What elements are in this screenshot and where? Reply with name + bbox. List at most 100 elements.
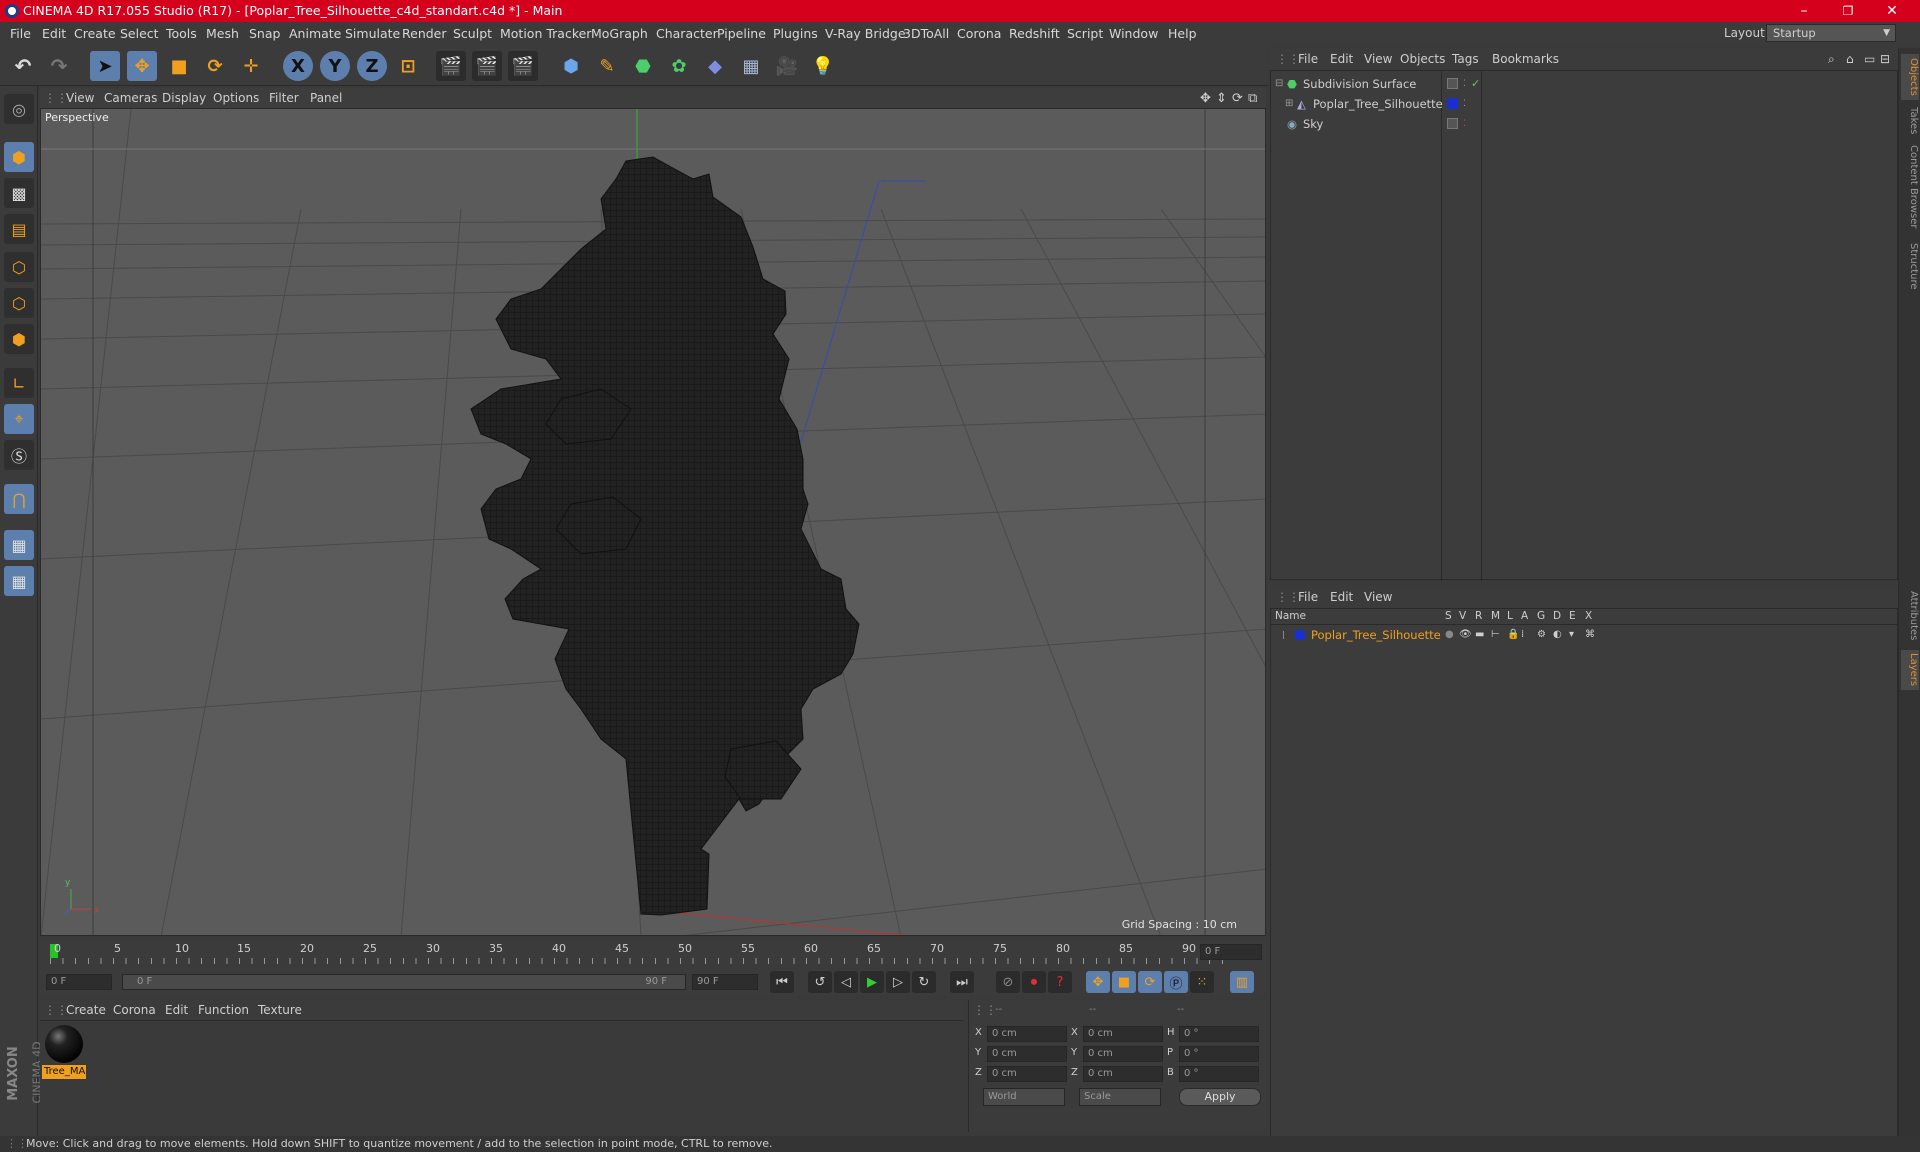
eye-icon[interactable]: 👁 — [1459, 626, 1472, 644]
record-pla-toggle[interactable]: ⁙ — [1190, 971, 1214, 993]
record-position-button[interactable]: ⊘ — [996, 971, 1020, 993]
cube-object-button[interactable]: ⬢ — [556, 51, 586, 81]
coordinate-mode-select[interactable]: World — [983, 1088, 1065, 1106]
z-axis-lock-button[interactable]: Z — [357, 51, 387, 81]
poplar-tree-mesh[interactable] — [470, 156, 860, 916]
deformer-icon[interactable]: ◐ — [1553, 626, 1562, 644]
next-key-button[interactable]: ↻ — [912, 971, 936, 993]
object-menu-view[interactable]: View — [1364, 52, 1392, 66]
collapse-icon[interactable]: ⊟ — [1275, 74, 1283, 94]
solo-mode-button[interactable]: Ⓢ — [4, 440, 34, 470]
viewport-menu-panel[interactable]: Panel — [310, 91, 342, 105]
timeline-ruler[interactable]: 0 5 10 15 20 25 30 35 40 45 50 55 60 65 … — [40, 938, 1266, 968]
menu-character[interactable]: Character — [656, 26, 718, 41]
tab-structure[interactable]: Structure — [1901, 238, 1919, 294]
record-rotation-toggle[interactable]: ⟳ — [1138, 971, 1162, 993]
previous-key-button[interactable]: ↺ — [808, 971, 832, 993]
layer-menu-edit[interactable]: Edit — [1330, 590, 1353, 604]
make-editable-button[interactable]: ◎ — [4, 94, 34, 124]
expand-icon[interactable]: ⊞ — [1285, 94, 1293, 114]
floor-scene-button[interactable]: ▦ — [736, 51, 766, 81]
column-header-view[interactable]: V — [1459, 610, 1466, 622]
tab-attributes[interactable]: Attributes — [1901, 588, 1919, 644]
object-menu-bookmarks[interactable]: Bookmarks — [1492, 52, 1559, 66]
object-menu-tags[interactable]: Tags — [1452, 52, 1479, 66]
menu-script[interactable]: Script — [1067, 26, 1103, 41]
menu-plugins[interactable]: Plugins — [773, 26, 818, 41]
material-menu-edit[interactable]: Edit — [165, 1003, 188, 1017]
apply-button[interactable]: Apply — [1179, 1088, 1261, 1106]
material-menu-create[interactable]: Create — [66, 1003, 106, 1017]
solo-dot-icon[interactable]: ● — [1445, 626, 1454, 644]
tweak-mode-button[interactable]: ⌖ — [4, 404, 34, 434]
workplane-lock-button[interactable]: ▦ — [4, 530, 34, 560]
material-menu-function[interactable]: Function — [198, 1003, 249, 1017]
play-button[interactable]: ▶ — [860, 971, 884, 993]
menu-simulate[interactable]: Simulate — [345, 26, 400, 41]
render-to-picture-viewer-button[interactable]: 🎬 — [472, 51, 502, 81]
preview-range-slider[interactable]: 0 F 90 F — [122, 974, 686, 990]
column-header-render[interactable]: R — [1475, 610, 1482, 622]
deformer-button[interactable]: ◆ — [700, 51, 730, 81]
nurbs-subdivision-button[interactable]: ⬣ — [628, 51, 658, 81]
layout-select[interactable]: Startup ▼ — [1766, 24, 1896, 42]
layer-name[interactable]: Poplar_Tree_Silhouette — [1311, 626, 1441, 644]
snap-button[interactable]: ⋂ — [4, 484, 34, 514]
column-header-xref[interactable]: X — [1585, 610, 1592, 622]
home-icon[interactable]: ⌂ — [1846, 52, 1854, 66]
menu-sculpt[interactable]: Sculpt — [453, 26, 492, 41]
go-to-end-button[interactable]: ⏭ — [950, 971, 974, 993]
keyframe-selection-button[interactable]: ? — [1048, 971, 1072, 993]
column-header-deformers[interactable]: D — [1553, 610, 1561, 622]
workplane-mode-button[interactable]: ▤ — [4, 214, 34, 244]
record-scale-toggle[interactable]: ■ — [1112, 971, 1136, 993]
rotation-p-field[interactable]: 0 ° — [1179, 1046, 1259, 1062]
new-view-icon[interactable]: ▭ — [1864, 52, 1875, 66]
viewport-menu-filter[interactable]: Filter — [269, 91, 299, 105]
menu-motion-tracker[interactable]: Motion Tracker — [500, 26, 591, 41]
position-x-field[interactable]: 0 cm — [987, 1026, 1067, 1042]
column-header-locked[interactable]: L — [1507, 610, 1513, 622]
visibility-dots-icon[interactable]: ⁚ — [1463, 94, 1466, 114]
model-mode-button[interactable]: ⬢ — [4, 142, 34, 172]
manager-icon[interactable]: ⊢ — [1491, 626, 1500, 644]
size-x-field[interactable]: 0 cm — [1083, 1026, 1163, 1042]
viewport-menu-cameras[interactable]: Cameras — [104, 91, 157, 105]
column-header-expressions[interactable]: E — [1569, 610, 1576, 622]
menu-select[interactable]: Select — [120, 26, 159, 41]
menu-mograph[interactable]: MoGraph — [591, 26, 648, 41]
tab-objects[interactable]: Objects — [1901, 54, 1919, 100]
transform-tool-button[interactable]: ✛ — [236, 51, 266, 81]
menu-help[interactable]: Help — [1168, 26, 1197, 41]
tab-layers[interactable]: Layers — [1901, 650, 1919, 690]
position-y-field[interactable]: 0 cm — [987, 1046, 1067, 1062]
menu-window[interactable]: Window — [1109, 26, 1158, 41]
menu-mesh[interactable]: Mesh — [206, 26, 239, 41]
layer-menu-view[interactable]: View — [1364, 590, 1392, 604]
close-button[interactable]: ✕ — [1870, 0, 1914, 22]
light-button[interactable]: 💡 — [808, 51, 838, 81]
column-header-animation[interactable]: A — [1521, 610, 1528, 622]
menu-3dtoall[interactable]: 3DToAll — [903, 26, 949, 41]
rotation-h-field[interactable]: 0 ° — [1179, 1026, 1259, 1042]
lock-icon[interactable]: 🔒 — [1507, 626, 1519, 644]
y-axis-lock-button[interactable]: Y — [320, 51, 350, 81]
menu-edit[interactable]: Edit — [42, 26, 66, 41]
maximize-button[interactable]: ❐ — [1826, 0, 1870, 22]
layer-color-swatch[interactable] — [1295, 630, 1305, 640]
x-axis-lock-button[interactable]: X — [283, 51, 313, 81]
viewport-pan-icon[interactable]: ✥ — [1200, 91, 1211, 106]
polygons-mode-button[interactable]: ⬢ — [4, 324, 34, 354]
object-row-subdivision-surface[interactable]: ⊟ ⬣ Subdivision Surface ⁚ ✓ — [1271, 74, 1899, 94]
workplane-align-button[interactable]: ▦ — [4, 566, 34, 596]
object-menu-objects[interactable]: Objects — [1400, 52, 1445, 66]
visibility-dots-icon[interactable]: ⁚ — [1463, 114, 1466, 134]
position-z-field[interactable]: 0 cm — [987, 1066, 1067, 1082]
record-parameter-toggle[interactable]: Ⓟ — [1164, 971, 1188, 993]
timeline-window-button[interactable]: ▥ — [1230, 971, 1254, 993]
previous-frame-button[interactable]: ◁ — [834, 971, 858, 993]
column-header-name[interactable]: Name — [1275, 610, 1306, 622]
object-menu-edit[interactable]: Edit — [1330, 52, 1353, 66]
menu-tools[interactable]: Tools — [166, 26, 197, 41]
size-z-field[interactable]: 0 cm — [1083, 1066, 1163, 1082]
